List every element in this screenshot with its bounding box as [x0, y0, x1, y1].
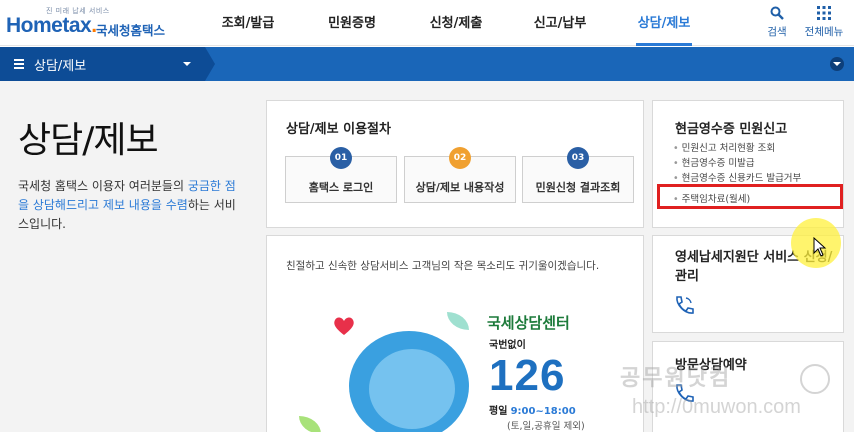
- nav-item-consult[interactable]: 상담/제보: [612, 0, 716, 46]
- step-label: 민원신청 결과조회: [535, 181, 621, 194]
- section-menu-dropdown[interactable]: 상담/제보: [0, 47, 215, 81]
- all-menu-button[interactable]: 전체메뉴: [802, 6, 846, 39]
- step-label: 상담/제보 내용작성: [415, 181, 505, 194]
- step-label: 홈택스 로그인: [308, 181, 374, 194]
- page-title: 상담/제보: [18, 120, 159, 161]
- nav-item-application[interactable]: 신청/제출: [404, 0, 508, 46]
- nav-item-certificates[interactable]: 민원증명: [300, 0, 404, 46]
- top-header: 진 미래 납세 서비스 Hometax. 국세청홈택스 조회/발급 민원증명 신…: [0, 0, 854, 46]
- no-area-code-label: 국번없이: [489, 340, 526, 351]
- procedure-card: 상담/제보 이용절차 01 홈택스 로그인 02 상담/제보 내용작성 03 민…: [266, 100, 644, 228]
- nav-item-inquiry[interactable]: 조회/발급: [196, 0, 300, 46]
- leaf-icon: [299, 416, 321, 432]
- watermark-url: http://0muwon.com: [632, 396, 801, 418]
- cash-receipt-title[interactable]: 현금영수증 민원신고: [675, 118, 787, 137]
- procedure-title: 상담/제보 이용절차: [286, 122, 391, 137]
- business-hours: 평일 9:00~18:00: [489, 406, 576, 417]
- search-button[interactable]: 검색: [755, 6, 799, 39]
- watermark-logo: [800, 364, 830, 394]
- intro-panel: 상담/제보 국세청 홈택스 이용자 여러분들의 궁금한 점을 상담해드리고 제보…: [0, 81, 258, 432]
- main-navigation: 조회/발급 민원증명 신청/제출 신고/납부 상담/제보: [196, 0, 716, 46]
- step-number: 02: [449, 147, 471, 169]
- cash-receipt-card: 현금영수증 민원신고 민원신고 처리현황 조회 현금영수증 미발급 현금영수증 …: [652, 100, 844, 228]
- housing-rent-link-highlighted[interactable]: 주택임차료(월세): [657, 184, 843, 209]
- search-label: 검색: [767, 26, 787, 38]
- cash-receipt-link[interactable]: 민원신고 처리현황 조회: [673, 141, 801, 156]
- logo-wordmark: Hometax.: [6, 14, 97, 37]
- mouse-pointer-icon: [813, 237, 827, 257]
- watermark-text: 공무원닷컴: [620, 366, 732, 391]
- leaf-icon: [447, 312, 469, 330]
- phone-call-icon: [676, 296, 694, 314]
- call-center-card: 친절하고 신속한 상담서비스 고객님의 작은 목소리도 귀기울이겠습니다. 국세…: [266, 235, 644, 432]
- step-login[interactable]: 01 홈택스 로그인: [285, 147, 397, 203]
- logo-subtitle: 국세청홈택스: [96, 23, 166, 38]
- hometax-logo[interactable]: 진 미래 납세 서비스 Hometax. 국세청홈택스: [6, 6, 176, 42]
- section-bar: 상담/제보: [0, 47, 854, 81]
- page-description: 국세청 홈택스 이용자 여러분들의 궁금한 점을 상담해드리고 제보 내용을 수…: [18, 179, 236, 231]
- all-menu-label: 전체메뉴: [804, 26, 844, 38]
- call-center-phone[interactable]: 126: [489, 351, 565, 401]
- holiday-note: (토,일,공휴일 제외): [507, 421, 585, 432]
- search-icon: [770, 6, 784, 20]
- heart-icon: [334, 317, 354, 335]
- phone-bubble-illustration: [349, 331, 469, 432]
- call-center-intro: 친절하고 신속한 상담서비스 고객님의 작은 목소리도 귀기울이겠습니다.: [286, 260, 600, 272]
- step-write[interactable]: 02 상담/제보 내용작성: [404, 147, 516, 203]
- step-result[interactable]: 03 민원신청 결과조회: [522, 147, 634, 203]
- section-title: 상담/제보: [34, 59, 87, 74]
- call-center-name: 국세상담센터: [487, 314, 570, 332]
- cash-receipt-link[interactable]: 현금영수증 미발급: [673, 156, 801, 171]
- caret-down-icon: [183, 62, 191, 66]
- nav-item-filing[interactable]: 신고/납부: [508, 0, 612, 46]
- hamburger-icon: [14, 59, 24, 69]
- step-number: 03: [567, 147, 589, 169]
- cash-receipt-list: 민원신고 처리현황 조회 현금영수증 미발급 현금영수증 신용카드 발급거부: [673, 141, 802, 186]
- expand-circle-icon[interactable]: [830, 57, 844, 71]
- grid-menu-icon: [817, 6, 831, 20]
- step-number: 01: [330, 147, 352, 169]
